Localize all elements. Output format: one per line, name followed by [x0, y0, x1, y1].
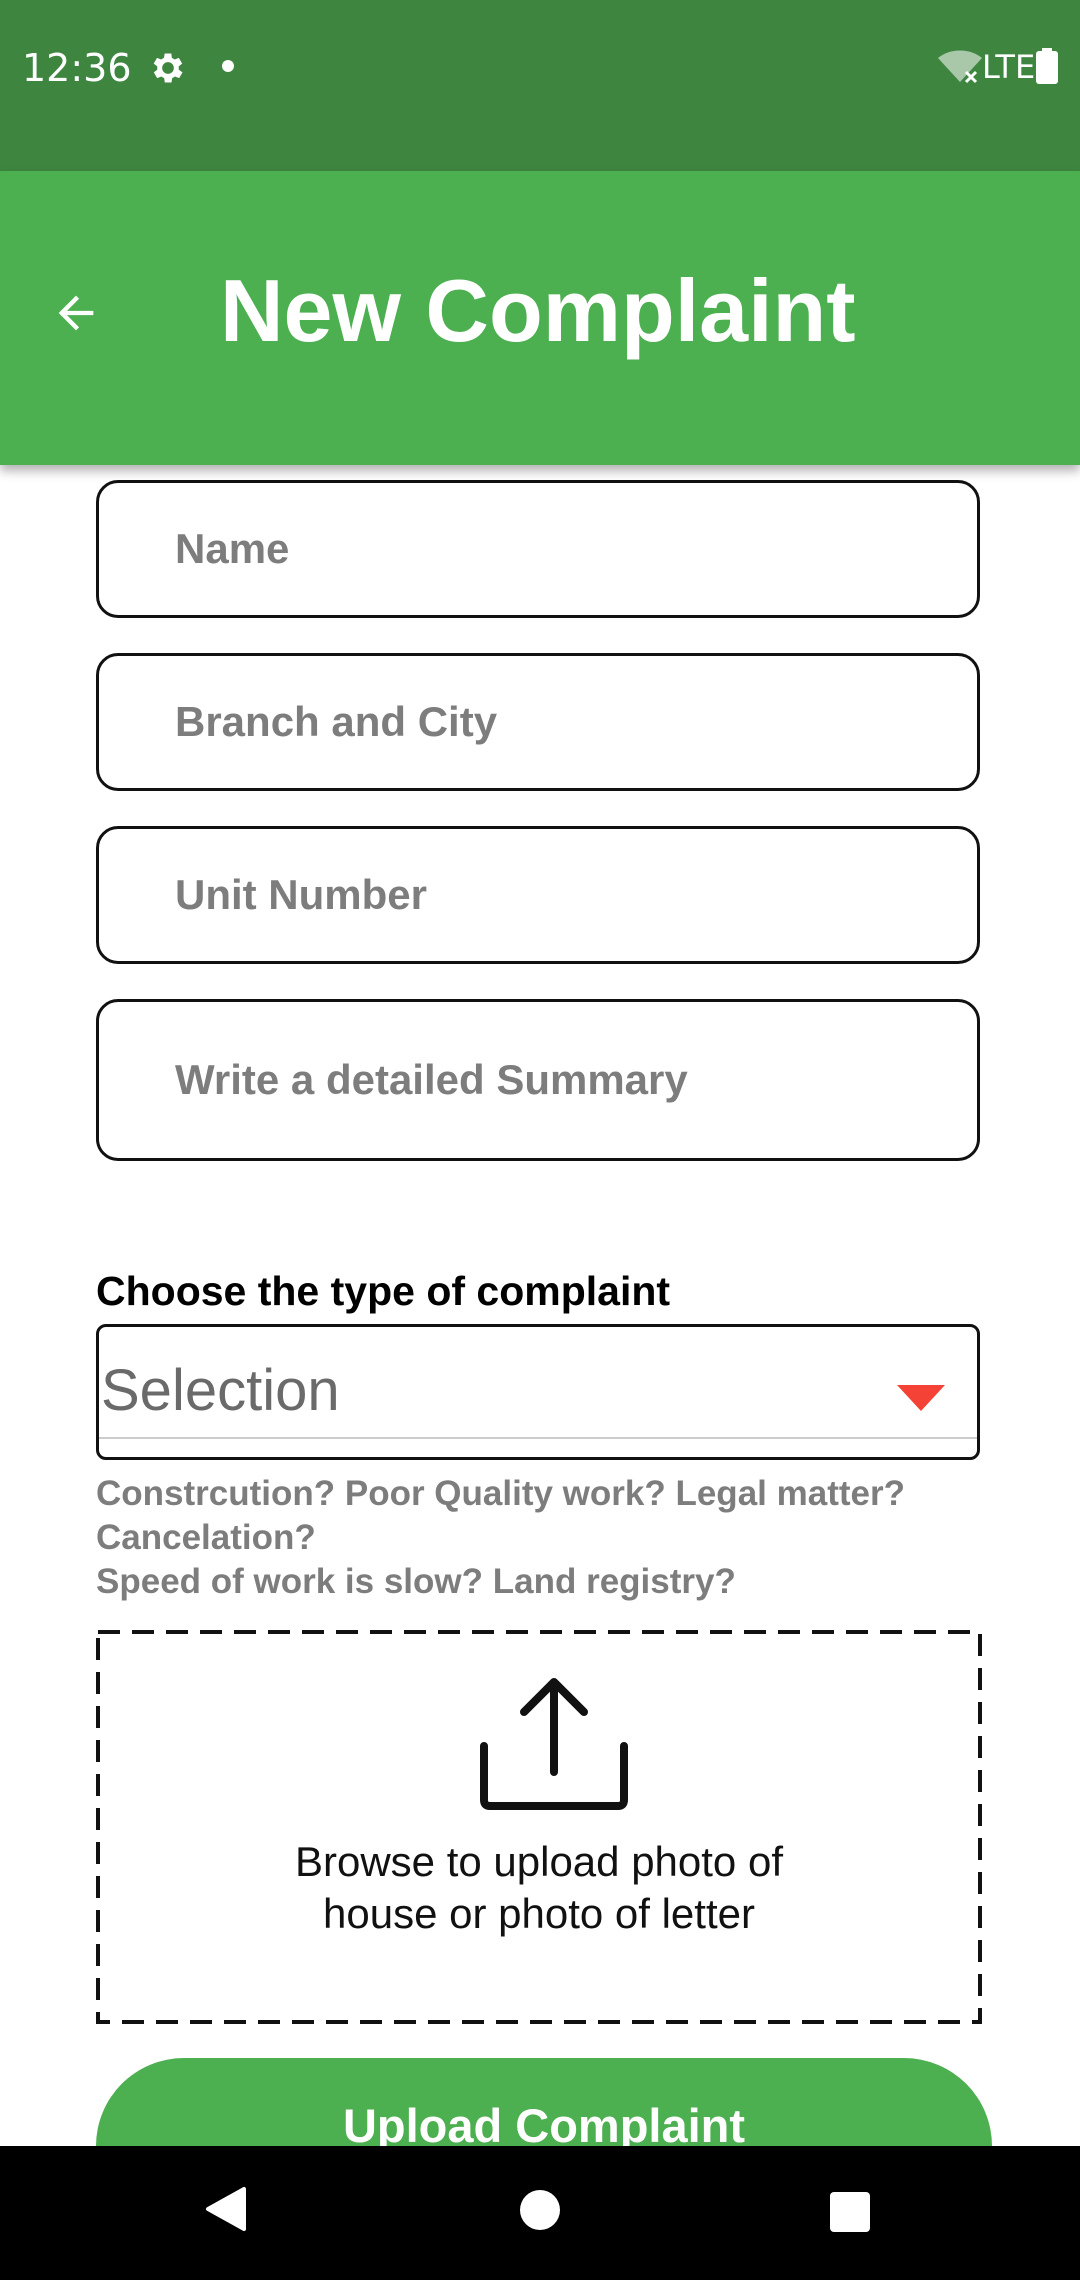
hint-line: Cancelation? [96, 1518, 316, 1557]
hint-line: Speed of work is slow? Land registry? [96, 1562, 736, 1601]
photo-upload-area[interactable]: Browse to upload photo of house or photo… [96, 1630, 982, 2024]
back-button[interactable] [40, 277, 112, 349]
dropdown-underline [99, 1437, 977, 1439]
hint-line: Constrcution? Poor Quality work? Legal m… [96, 1474, 905, 1513]
upload-text-line: Browse to upload photo of [294, 1838, 783, 1885]
name-input[interactable] [175, 483, 955, 615]
summary-input[interactable] [175, 1002, 955, 1158]
page-title: New Complaint [220, 261, 856, 360]
upload-icon [480, 1678, 628, 1810]
complaint-type-selected: Selection [101, 1358, 340, 1423]
upload-instructions: Browse to upload photo of house or photo… [96, 1836, 982, 1940]
complaint-type-label: Choose the type of complaint [96, 1268, 671, 1314]
name-field[interactable] [96, 480, 980, 618]
battery-icon [1036, 48, 1058, 84]
status-time: 12:36 [22, 46, 132, 90]
unit-number-field[interactable] [96, 826, 980, 964]
complaint-type-hint: Constrcution? Poor Quality work? Legal m… [96, 1472, 996, 1604]
navigation-bar [0, 2146, 1080, 2280]
home-circle-icon[interactable] [520, 2190, 560, 2230]
branch-city-input[interactable] [175, 656, 955, 788]
app-bar: New Complaint [0, 171, 1080, 465]
network-type: LTE [982, 48, 1036, 86]
branch-city-field[interactable] [96, 653, 980, 791]
dropdown-arrow-icon [897, 1385, 945, 1411]
wifi-off-icon [938, 50, 982, 84]
gear-icon [153, 53, 183, 83]
summary-field[interactable] [96, 999, 980, 1161]
notification-dot-icon [222, 60, 234, 72]
recents-square-icon[interactable] [830, 2192, 870, 2232]
arrow-left-icon [58, 295, 94, 331]
back-triangle-icon[interactable] [204, 2186, 248, 2232]
complaint-type-dropdown[interactable]: Selection [96, 1324, 980, 1460]
upload-text-line: house or photo of letter [323, 1890, 755, 1937]
status-bar: 12:36 LTE [0, 0, 1080, 171]
unit-number-input[interactable] [175, 829, 955, 961]
